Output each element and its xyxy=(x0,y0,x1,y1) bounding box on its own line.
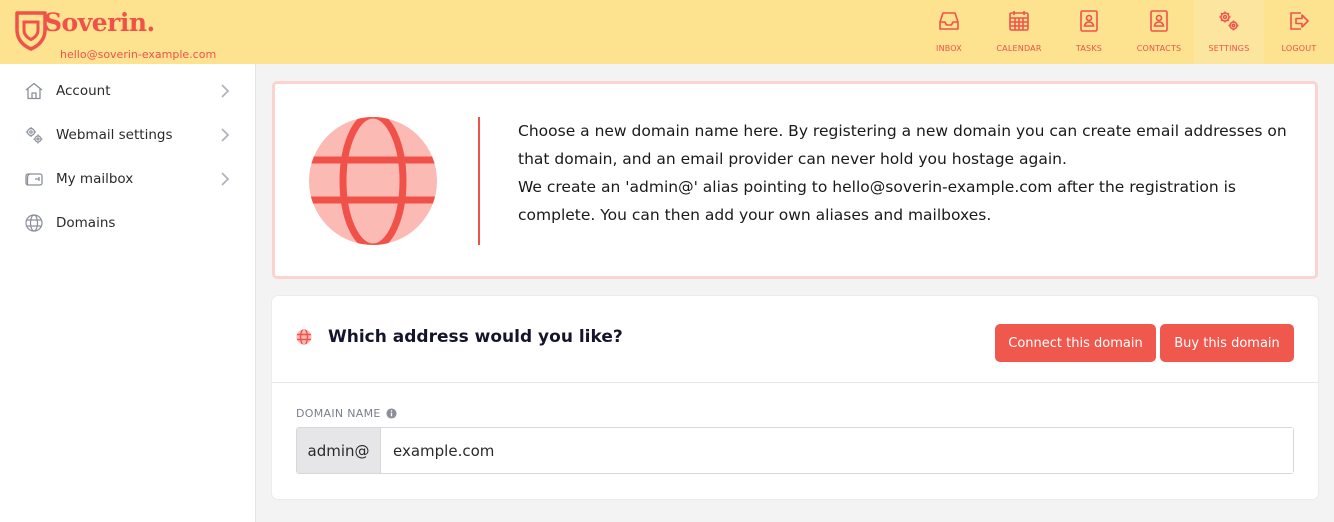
buy-domain-button[interactable]: Buy this domain xyxy=(1160,324,1294,362)
logout-icon xyxy=(1290,12,1309,30)
card-header: Which address would you like? Connect th… xyxy=(272,296,1318,383)
info-banner: Choose a new domain name here. By regist… xyxy=(272,81,1318,279)
inbox-icon xyxy=(939,12,959,30)
address-prefix: admin@ xyxy=(297,428,381,473)
sidebar-item-label: Webmail settings xyxy=(56,127,173,143)
globe-icon xyxy=(296,329,312,345)
sidebar-item-label: Domains xyxy=(56,215,116,231)
card-title: Which address would you like? xyxy=(328,327,623,347)
domain-name-label: DOMAIN NAME xyxy=(296,407,397,420)
nav-logout-label: LOGOUT xyxy=(1281,44,1317,53)
domain-name-label-text: DOMAIN NAME xyxy=(296,407,381,420)
banner-line-1: Choose a new domain name here. By regist… xyxy=(518,122,1287,168)
nav-tasks-label: TASKS xyxy=(1075,44,1103,53)
nav-logout[interactable]: LOGOUT xyxy=(1264,0,1334,64)
settings-icon xyxy=(1219,11,1239,31)
nav-settings-label: SETTINGS xyxy=(1208,44,1250,53)
sidebar-item-my-mailbox[interactable]: My mailbox xyxy=(0,157,255,201)
info-icon[interactable] xyxy=(386,408,397,419)
sidebar: Account Webmail settings My mailbox Doma… xyxy=(0,64,256,522)
nav-settings[interactable]: SETTINGS xyxy=(1194,0,1264,64)
banner-line-2: We create an 'admin@' alias pointing to … xyxy=(518,178,1236,224)
nav-calendar[interactable]: CALENDAR xyxy=(984,0,1054,64)
sidebar-item-label: My mailbox xyxy=(56,171,134,187)
contacts-icon xyxy=(1150,10,1168,32)
connect-domain-button[interactable]: Connect this domain xyxy=(995,324,1156,362)
chevron-right-icon xyxy=(221,84,230,98)
calendar-icon xyxy=(1009,11,1029,31)
nav-contacts-label: CONTACTS xyxy=(1136,44,1182,53)
nav-inbox[interactable]: INBOX xyxy=(914,0,984,64)
nav-calendar-label: CALENDAR xyxy=(996,44,1042,53)
banner-divider xyxy=(478,117,480,245)
nav-inbox-label: INBOX xyxy=(936,44,962,53)
banner-text: Choose a new domain name here. By regist… xyxy=(518,117,1298,229)
chevron-right-icon xyxy=(221,172,230,186)
nav-contacts[interactable]: CONTACTS xyxy=(1124,0,1194,64)
main-nav: INBOX CALENDAR TASKS CONTACTS SETTINGS L… xyxy=(914,0,1334,64)
domain-name-input[interactable] xyxy=(381,428,1293,473)
domain-card: Which address would you like? Connect th… xyxy=(272,296,1318,499)
top-bar: Soverin. hello@soverin-example.com INBOX… xyxy=(0,0,1334,64)
account-email: hello@soverin-example.com xyxy=(60,48,217,61)
tasks-icon xyxy=(1080,10,1098,32)
sidebar-item-domains[interactable]: Domains xyxy=(0,201,255,245)
globe-illustration-icon xyxy=(309,117,437,245)
gears-icon xyxy=(26,127,43,144)
sidebar-item-webmail-settings[interactable]: Webmail settings xyxy=(0,113,255,157)
chevron-right-icon xyxy=(221,128,230,142)
brand-name: Soverin. xyxy=(44,8,155,37)
sidebar-item-label: Account xyxy=(56,83,111,99)
mailbox-icon xyxy=(25,173,43,186)
home-icon xyxy=(25,82,43,100)
sidebar-item-account[interactable]: Account xyxy=(0,69,255,113)
domain-input-group: admin@ xyxy=(296,427,1294,474)
nav-tasks[interactable]: TASKS xyxy=(1054,0,1124,64)
globe-icon xyxy=(25,214,43,232)
